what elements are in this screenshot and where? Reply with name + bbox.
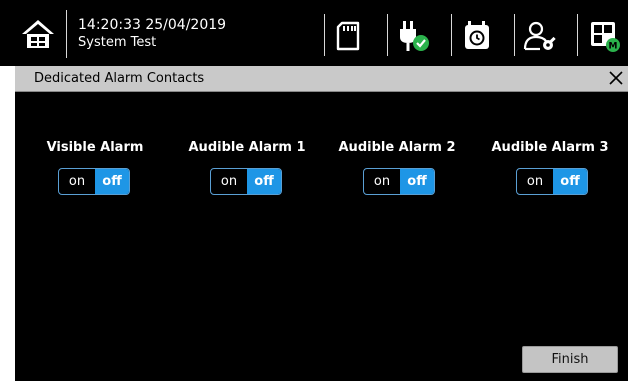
toggle-off-option[interactable]: off [95, 169, 129, 194]
audible-alarm-2-label: Audible Alarm 2 [338, 140, 456, 155]
audible-alarm-1-label: Audible Alarm 1 [188, 140, 306, 155]
toggle-on-option[interactable]: on [364, 169, 400, 194]
top-status-bar: 14:20:33 25/04/2019 System Test M [0, 0, 628, 66]
toggle-off-option[interactable]: off [553, 169, 587, 194]
toggle-off-option[interactable]: off [247, 169, 281, 194]
schedule-button[interactable] [462, 19, 496, 53]
power-plug-check-icon [400, 21, 429, 51]
divider [577, 14, 578, 56]
audible-alarm-1-toggle[interactable]: on off [210, 168, 282, 195]
svg-text:M: M [609, 42, 618, 52]
divider [514, 14, 515, 56]
finish-button[interactable]: Finish [522, 346, 618, 373]
divider [387, 14, 388, 56]
calendar-clock-icon [465, 21, 489, 49]
divider [451, 14, 452, 56]
toggle-on-option[interactable]: on [59, 169, 95, 194]
dialog-title: Dedicated Alarm Contacts [34, 71, 205, 86]
date-text: 25/04/2019 [145, 17, 227, 33]
clock-display: 14:20:33 25/04/2019 System Test [78, 17, 226, 51]
close-icon [609, 71, 623, 85]
sd-card-icon [336, 21, 360, 51]
home-button[interactable] [20, 18, 56, 50]
audible-alarm-3-toggle[interactable]: on off [516, 168, 588, 195]
sd-card-button[interactable] [333, 19, 367, 53]
user-wrench-icon [523, 21, 556, 51]
alarm-contacts-dialog: Dedicated Alarm Contacts Visible Alarm o… [15, 66, 628, 381]
user-settings-button[interactable] [523, 19, 557, 53]
divider [324, 14, 325, 56]
close-button[interactable] [606, 68, 626, 88]
toggle-off-option[interactable]: off [400, 169, 434, 194]
time-text: 14:20:33 [78, 17, 141, 33]
home-icon [22, 20, 54, 48]
dialog-titlebar: Dedicated Alarm Contacts [15, 66, 628, 92]
audible-alarm-3-label: Audible Alarm 3 [491, 140, 609, 155]
power-status-button[interactable] [397, 19, 431, 53]
toggle-on-option[interactable]: on [211, 169, 247, 194]
layout-mode-button[interactable]: M [588, 19, 622, 53]
toggle-on-option[interactable]: on [517, 169, 553, 194]
divider [66, 10, 67, 58]
audible-alarm-2-toggle[interactable]: on off [363, 168, 435, 195]
system-status-text: System Test [78, 35, 157, 50]
layout-mode-icon: M [591, 22, 620, 52]
visible-alarm-label: Visible Alarm [46, 140, 144, 155]
visible-alarm-toggle[interactable]: on off [58, 168, 130, 195]
